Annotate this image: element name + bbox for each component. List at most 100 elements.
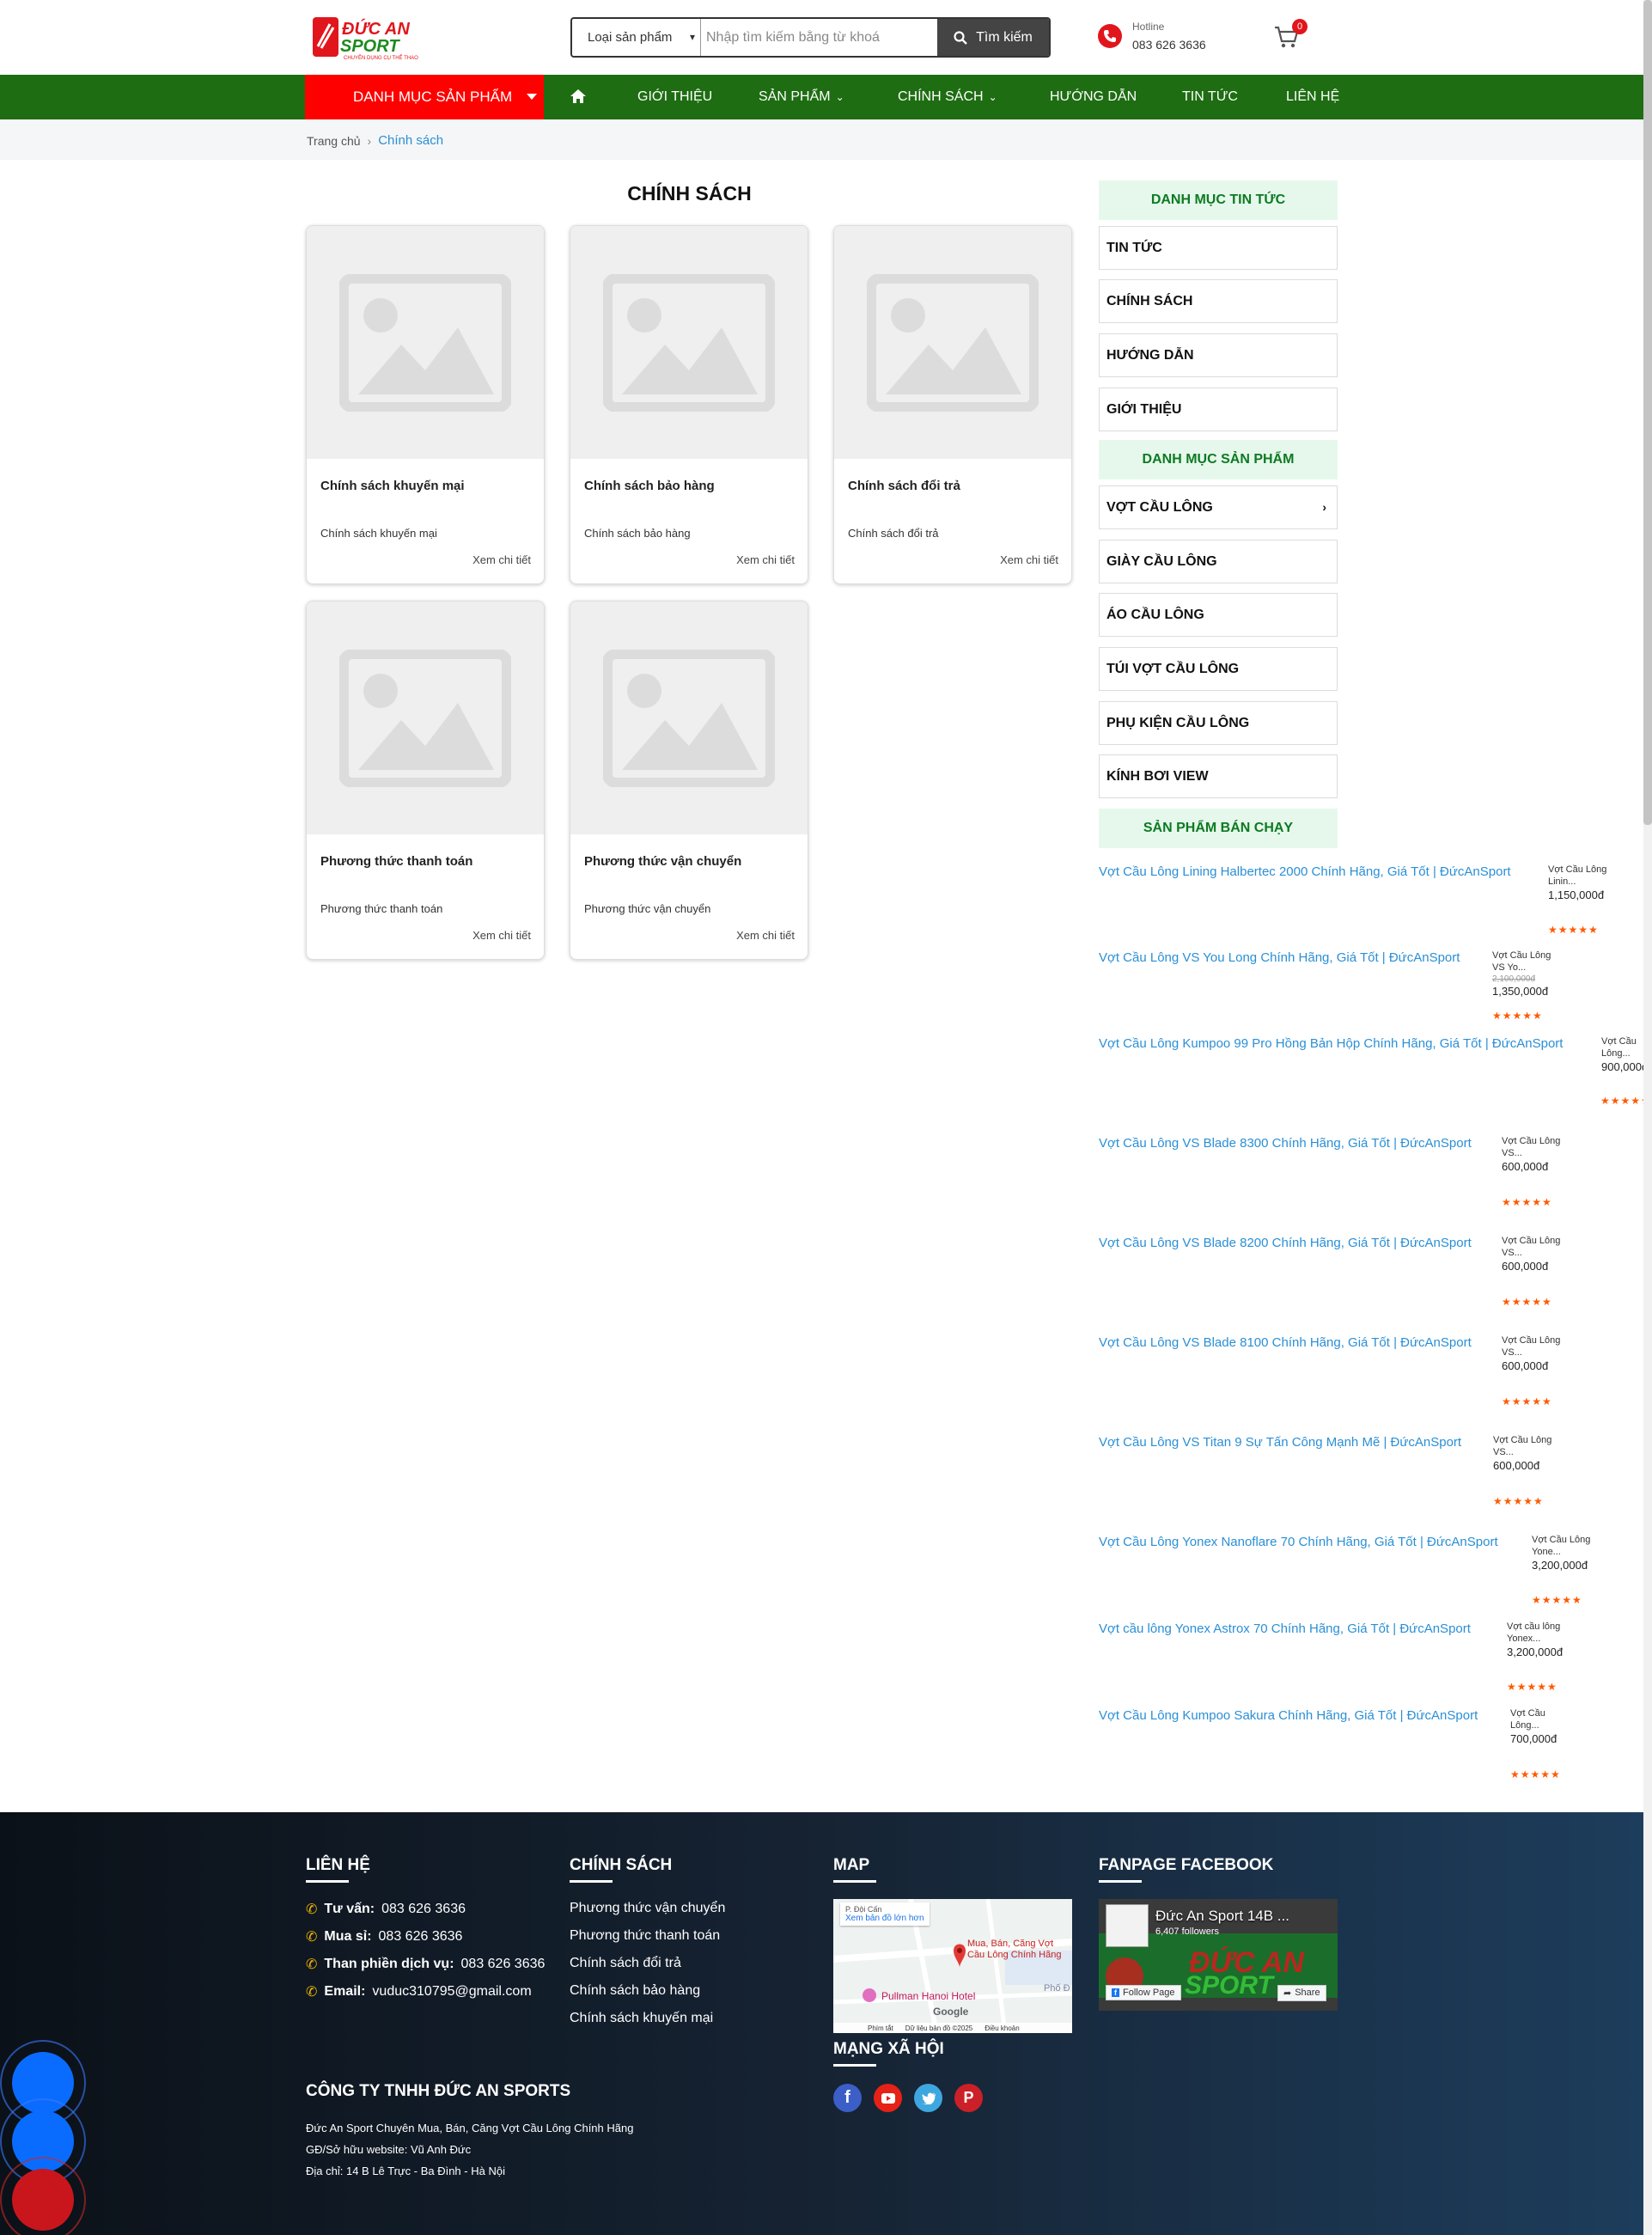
rating-stars-icon: ★★★★★ <box>1507 1681 1558 1693</box>
view-detail-link[interactable]: Xem chi tiết <box>736 553 795 566</box>
product-name[interactable]: Vợt Cầu Lông VS Yo... <box>1492 950 1552 974</box>
embedded-map[interactable]: P. Đội Cấn Xem bản đồ lớn hơn Mua, Bán, … <box>833 1899 1072 2033</box>
product-name[interactable]: Vợt Cầu Lông Yone... <box>1532 1535 1592 1559</box>
product-image-alt[interactable]: Vợt Cầu Lông Kumpoo Sakura Chính Hãng, G… <box>1099 1708 1478 1723</box>
company-description: Đức An Sport Chuyên Mua, Bán, Căng Vợt C… <box>306 2122 634 2134</box>
footer-policy-link[interactable]: Phương thức thanh toán <box>570 1928 720 1944</box>
contact-line: ✆ Tư vấn: 083 626 3636 <box>306 1901 466 1918</box>
hotline[interactable]: Hotline 083 626 3636 <box>1098 21 1206 52</box>
sidebar-item-policy[interactable]: CHÍNH SÁCH <box>1099 279 1338 323</box>
twitter-icon[interactable] <box>914 2084 942 2112</box>
map-shortcuts-link[interactable]: Phím tắt <box>868 2024 893 2032</box>
follow-page-button[interactable]: f Follow Page <box>1106 1985 1181 2000</box>
card-description: Phương thức thanh toán <box>320 902 443 915</box>
map-place-label[interactable]: Mua, Bán, Căng Vợt Cầu Lông Chính Hãng <box>967 1939 1070 1961</box>
search-button-label: Tìm kiếm <box>976 29 1033 45</box>
policy-card[interactable]: Chính sách đổi trả Chính sách đổi trả Xe… <box>833 225 1072 584</box>
card-title[interactable]: Chính sách khuyến mại <box>320 479 465 493</box>
nav-item-about[interactable]: GIỚI THIỆU <box>637 75 712 119</box>
product-image-alt[interactable]: Vợt Cầu Lông VS Titan 9 Sự Tấn Công Mạnh… <box>1099 1435 1461 1450</box>
sidebar-item-about[interactable]: GIỚI THIỆU <box>1099 388 1338 431</box>
fanpage-name[interactable]: Đức An Sport 14B ... <box>1155 1908 1289 1925</box>
search-input[interactable] <box>701 19 937 56</box>
company-address: Địa chỉ: 14 B Lê Trực - Ba Đình - Hà Nội <box>306 2165 505 2177</box>
share-button[interactable]: ➦ Share <box>1277 1985 1326 2001</box>
cart-button[interactable]: 0 <box>1273 19 1308 52</box>
product-name[interactable]: Vợt Cầu Lông VS... <box>1493 1435 1553 1459</box>
map-terms-link[interactable]: Điều khoản <box>984 2024 1019 2032</box>
product-name[interactable]: Vợt Cầu Lông VS... <box>1502 1335 1562 1359</box>
scrollbar-thumb[interactable] <box>1643 0 1652 825</box>
nav-item-news[interactable]: TIN TỨC <box>1182 75 1238 119</box>
youtube-icon[interactable] <box>874 2084 902 2112</box>
home-icon[interactable] <box>569 87 588 106</box>
nav-item-products[interactable]: SẢN PHẨM ⌄ <box>759 75 844 119</box>
sidebar-item-goggles[interactable]: KÍNH BƠI VIEW <box>1099 754 1338 798</box>
card-title[interactable]: Phương thức vận chuyển <box>584 854 741 869</box>
contact-value[interactable]: 083 626 3636 <box>381 1902 466 1917</box>
search-category-select[interactable]: Loại sản phẩm ▾ <box>572 19 701 56</box>
card-title[interactable]: Chính sách đổi trả <box>848 479 960 493</box>
footer-policy-link[interactable]: Chính sách khuyến mại <box>570 2011 713 2026</box>
nav-item-contact[interactable]: LIÊN HỆ <box>1286 75 1339 119</box>
breadcrumb-home-link[interactable]: Trang chủ <box>307 134 361 148</box>
view-detail-link[interactable]: Xem chi tiết <box>736 929 795 942</box>
product-image-alt[interactable]: Vợt Cầu Lông VS Blade 8100 Chính Hãng, G… <box>1099 1335 1472 1350</box>
policy-card[interactable]: Chính sách bảo hàng Chính sách bảo hàng … <box>570 225 808 584</box>
footer-policy-link[interactable]: Chính sách đổi trả <box>570 1956 681 1971</box>
hotline-number: 083 626 3636 <box>1132 38 1206 52</box>
product-image-alt[interactable]: Vợt Cầu Lông Lining Halbertec 2000 Chính… <box>1099 864 1511 879</box>
product-name[interactable]: Vợt Cầu Lông Linin... <box>1548 864 1608 889</box>
contact-value[interactable]: 083 626 3636 <box>379 1929 463 1945</box>
contact-value[interactable]: 083 626 3636 <box>461 1957 546 1972</box>
product-image-alt[interactable]: Vợt Cầu Lông VS Blade 8200 Chính Hãng, G… <box>1099 1236 1472 1250</box>
product-name[interactable]: Vợt Cầu Lông... <box>1510 1708 1570 1732</box>
contact-label: Tư vấn: <box>324 1902 375 1916</box>
product-name[interactable]: Vợt Cầu Lông VS... <box>1502 1136 1562 1160</box>
product-name[interactable]: Vợt Cầu Lông... <box>1601 1036 1644 1060</box>
sidebar-item-guide[interactable]: HƯỚNG DẪN <box>1099 333 1338 377</box>
floating-call-button[interactable] <box>0 2157 86 2235</box>
view-detail-link[interactable]: Xem chi tiết <box>472 929 531 942</box>
contact-value[interactable]: vuduc310795@gmail.com <box>372 1984 531 2000</box>
contact-line: ✆ Than phiền dịch vụ: 083 626 3636 <box>306 1956 545 1973</box>
view-detail-link[interactable]: Xem chi tiết <box>472 553 531 566</box>
sidebar-item-shoes[interactable]: GIÀY CẦU LÔNG <box>1099 540 1338 583</box>
sidebar-item-shirts[interactable]: ÁO CẦU LÔNG <box>1099 593 1338 637</box>
product-image-alt[interactable]: Vợt Cầu Lông Kumpoo 99 Pro Hồng Bản Hộp … <box>1099 1036 1563 1051</box>
card-title[interactable]: Phương thức thanh toán <box>320 854 472 869</box>
product-image-alt[interactable]: Vợt cầu lông Yonex Astrox 70 Chính Hãng,… <box>1099 1621 1471 1636</box>
map-view-larger-link[interactable]: Xem bản đồ lớn hơn <box>845 1914 924 1923</box>
footer-policy-link[interactable]: Chính sách bảo hàng <box>570 1983 700 1999</box>
card-title[interactable]: Chính sách bảo hàng <box>584 479 715 493</box>
sidebar-item-news[interactable]: TIN TỨC <box>1099 226 1338 270</box>
product-image-alt[interactable]: Vợt Cầu Lông Yonex Nanoflare 70 Chính Hã… <box>1099 1535 1498 1549</box>
phone-icon <box>1098 24 1122 48</box>
rating-stars-icon: ★★★★★ <box>1502 1196 1552 1208</box>
product-name[interactable]: Vợt Cầu Lông VS... <box>1502 1236 1562 1260</box>
sidebar-item-bags[interactable]: TÚI VỢT CẦU LÔNG <box>1099 647 1338 691</box>
nav-item-policy[interactable]: CHÍNH SÁCH ⌄ <box>898 75 997 119</box>
facebook-icon[interactable]: f <box>833 2084 862 2112</box>
category-menu-button[interactable]: DANH MỤC SẢN PHẨM <box>305 75 544 119</box>
facebook-page-widget[interactable]: ĐỨC AN SPORT Đức An Sport 14B ... 6,407 … <box>1099 1899 1338 2011</box>
fanpage-followers: 6,407 followers <box>1155 1927 1219 1937</box>
image-placeholder-icon <box>834 226 1071 459</box>
view-detail-link[interactable]: Xem chi tiết <box>1000 553 1058 566</box>
search-button[interactable]: Tìm kiếm <box>937 19 1049 56</box>
product-image-alt[interactable]: Vợt Cầu Lông VS Blade 8300 Chính Hãng, G… <box>1099 1136 1472 1151</box>
policy-card[interactable]: Phương thức vận chuyển Phương thức vận c… <box>570 601 808 960</box>
contact-line: ✆ Email: vuduc310795@gmail.com <box>306 1983 532 2000</box>
policy-card[interactable]: Chính sách khuyến mại Chính sách khuyến … <box>306 225 545 584</box>
product-old-price: 2,100,000đ <box>1492 974 1536 984</box>
site-logo[interactable]: ĐỨC AN SPORT CHUYÊN DỤNG CỤ THỂ THAO <box>311 12 427 62</box>
footer-policy-link[interactable]: Phương thức vận chuyển <box>570 1901 725 1916</box>
sidebar-item-accessories[interactable]: PHỤ KIỆN CẦU LÔNG <box>1099 701 1338 745</box>
rating-stars-icon: ★★★★★ <box>1510 1768 1561 1780</box>
nav-item-guide[interactable]: HƯỚNG DẪN <box>1050 75 1137 119</box>
pinterest-icon[interactable]: P <box>954 2084 983 2112</box>
sidebar-item-rackets[interactable]: VỢT CẦU LÔNG › <box>1099 485 1338 529</box>
product-name[interactable]: Vợt cầu lông Yonex... <box>1507 1621 1567 1646</box>
policy-card[interactable]: Phương thức thanh toán Phương thức thanh… <box>306 601 545 960</box>
product-image-alt[interactable]: Vợt Cầu Lông VS You Long Chính Hãng, Giá… <box>1099 950 1460 965</box>
